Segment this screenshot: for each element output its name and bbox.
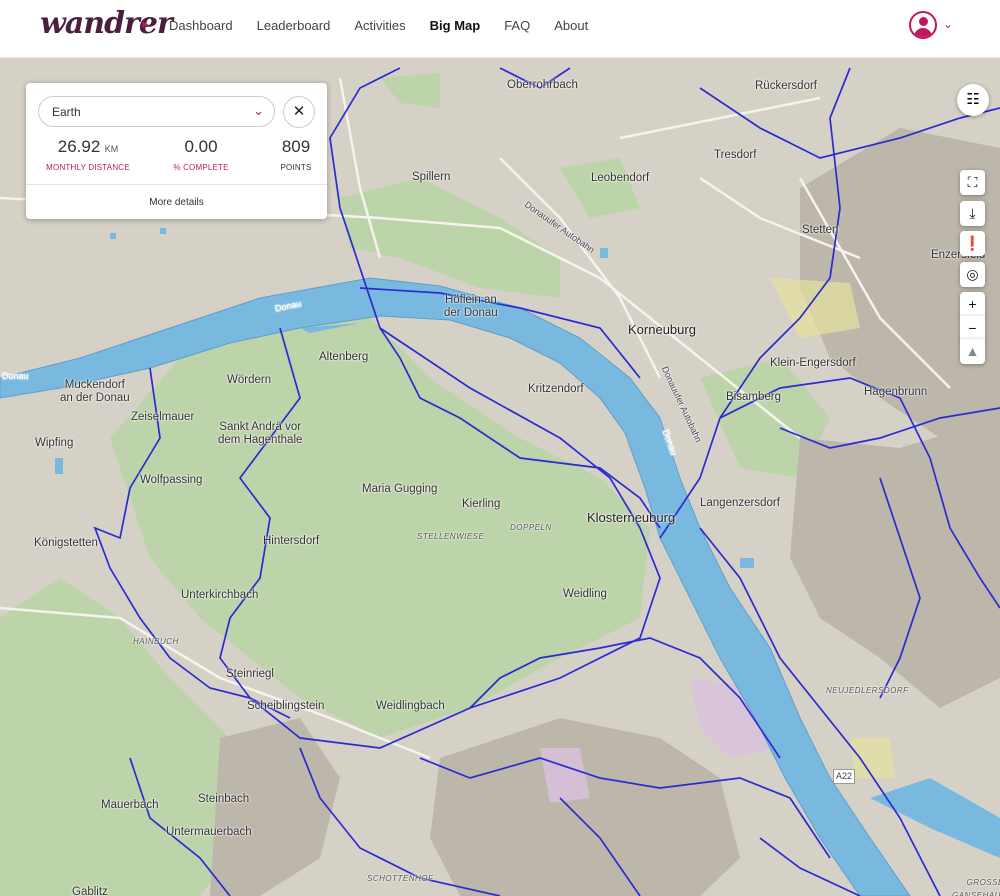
region-select-value: Earth: [52, 105, 81, 119]
place-label: Tresdorf: [714, 149, 757, 161]
place-label: Kritzendorf: [528, 383, 584, 395]
top-navbar: wandrer ➤ Dashboard Leaderboard Activiti…: [0, 0, 1000, 58]
place-label: Oberrohrbach: [507, 79, 578, 91]
place-label: Klosterneuburg: [587, 510, 676, 525]
place-label: Höflein an der Donau: [444, 294, 498, 319]
place-label: Wipfing: [35, 437, 74, 449]
river-label: Donau: [2, 371, 29, 381]
nav-activities[interactable]: Activities: [354, 18, 405, 33]
place-label: Hintersdorf: [263, 535, 320, 547]
logo-arrow-icon: ➤: [140, 19, 150, 31]
place-label: Königstetten: [34, 537, 98, 549]
user-avatar-icon[interactable]: [909, 11, 937, 39]
points-stat: 809 POINTS: [271, 137, 321, 172]
place-label: Rückersdorf: [755, 80, 817, 92]
stats-panel: Earth ⌄ ✕ 26.92 KM MONTHLY DISTANCE 0.00…: [26, 83, 327, 219]
more-details-link[interactable]: More details: [26, 184, 327, 208]
place-label: DOPPELN: [510, 523, 552, 532]
place-label: Maria Gugging: [362, 483, 438, 495]
place-label: Klein-Engersdorf: [770, 357, 856, 369]
place-label: Weidling: [563, 588, 607, 600]
close-button[interactable]: ✕: [283, 96, 315, 128]
place-label: Steinriegl: [226, 668, 274, 680]
place-label: Leobendorf: [591, 172, 650, 184]
nav-about[interactable]: About: [554, 18, 588, 33]
region-select[interactable]: Earth ⌄: [38, 96, 275, 127]
zoom-out-icon[interactable]: −: [960, 316, 985, 341]
place-label: Mauerbach: [101, 799, 159, 811]
place-label: STELLENWIESE: [417, 532, 485, 541]
place-label: Langenzersdorf: [700, 497, 780, 509]
place-label: Spillern: [412, 171, 451, 183]
place-label: Wördern: [227, 374, 272, 386]
monthly-distance-unit: KM: [104, 144, 119, 154]
place-label: GROSSE GANSEHAUFEN: [952, 878, 1000, 896]
road-label: A22: [833, 769, 856, 784]
fullscreen-icon[interactable]: ⛶: [960, 170, 985, 195]
place-label: Kierling: [462, 498, 501, 510]
nav-faq[interactable]: FAQ: [504, 18, 530, 33]
download-icon[interactable]: ⤓: [960, 201, 985, 226]
place-label: Unterkirchbach: [181, 589, 259, 601]
place-label: Weidlingbach: [376, 700, 445, 712]
place-label: Gablitz: [72, 886, 108, 896]
percent-complete-stat: 0.00 % COMPLETE: [156, 137, 246, 172]
monthly-distance-value: 26.92: [57, 137, 101, 156]
place-label: Altenberg: [319, 351, 369, 363]
place-label: Stetten: [802, 224, 839, 236]
nav-dashboard[interactable]: Dashboard: [169, 18, 233, 33]
nav-big-map[interactable]: Big Map: [430, 18, 481, 33]
chevron-down-icon[interactable]: ⌄: [943, 17, 953, 31]
place-label: Muckendorf an der Donau: [60, 379, 130, 404]
place-label: Bisamberg: [726, 391, 781, 403]
points-label: POINTS: [280, 163, 312, 172]
place-label: Zeiselmauer: [131, 411, 195, 423]
place-label: Sankt Andrä vor dem Hagenthale: [218, 421, 303, 446]
place-label: Korneuburg: [628, 322, 696, 337]
place-label: SCHOTTENHOF: [367, 874, 434, 883]
filter-icon[interactable]: ☷: [957, 84, 989, 116]
place-label: Untermauerbach: [166, 826, 252, 838]
percent-complete-value: 0.00: [184, 137, 218, 156]
place-label: Scheiblingstein: [247, 700, 325, 712]
percent-complete-label: % COMPLETE: [173, 163, 229, 172]
nav-leaderboard[interactable]: Leaderboard: [257, 18, 331, 33]
north-arrow-icon[interactable]: ▲: [960, 339, 985, 364]
locate-icon[interactable]: ◎: [960, 262, 985, 287]
zoom-in-icon[interactable]: +: [960, 292, 985, 317]
main-nav: Dashboard Leaderboard Activities Big Map…: [169, 18, 612, 33]
monthly-distance-label: MONTHLY DISTANCE: [46, 163, 130, 172]
alert-icon[interactable]: ❗: [960, 231, 985, 256]
place-label: Hagenbrunn: [864, 386, 928, 398]
place-label: HAINBUCH: [133, 637, 179, 646]
wandrer-logo[interactable]: wandrer: [40, 6, 173, 41]
place-label: Steinbach: [198, 793, 250, 805]
points-value: 809: [281, 137, 311, 156]
monthly-distance-stat: 26.92 KM MONTHLY DISTANCE: [38, 137, 138, 172]
place-label: NEUJEDLERSDORF: [826, 686, 909, 695]
chevron-down-icon: ⌄: [253, 103, 264, 118]
place-label: Wolfpassing: [140, 474, 203, 486]
